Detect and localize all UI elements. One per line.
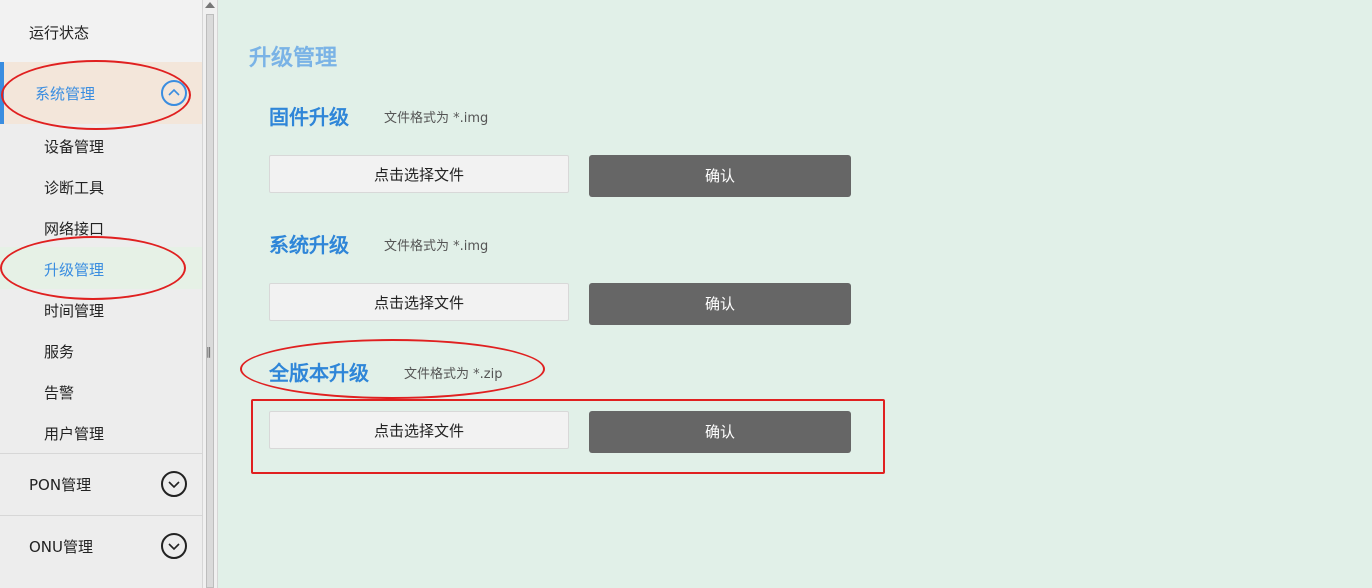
grip-icon[interactable]: ‖ (206, 346, 212, 357)
sidebar-subitem-network-interface[interactable]: 网络接口 (44, 218, 104, 239)
choose-file-button[interactable]: 点击选择文件 (269, 411, 569, 449)
confirm-button[interactable]: 确认 (589, 411, 851, 453)
confirm-button[interactable]: 确认 (589, 283, 851, 325)
sidebar-item-onu-mgmt[interactable]: ONU管理 (0, 516, 202, 576)
scroll-up-arrow-icon[interactable] (205, 2, 215, 8)
sidebar-item-label: 系统管理 (35, 85, 96, 103)
chevron-down-icon[interactable] (161, 533, 187, 559)
active-indicator (0, 62, 4, 124)
sidebar-subitem-device-mgmt[interactable]: 设备管理 (44, 136, 104, 157)
sidebar-item-label: ONU管理 (29, 538, 94, 556)
file-format-hint: 文件格式为 *.zip (404, 367, 503, 382)
app: 运行状态 系统管理 设备管理 诊断工具 网络接口 升级管理 时间管理 服务 告警… (0, 0, 1372, 588)
sidebar-scrollbar[interactable] (202, 0, 218, 588)
page-title: 升级管理 (249, 46, 338, 71)
scroll-thumb[interactable] (206, 14, 214, 588)
section-title-system: 系统升级 (269, 233, 349, 257)
sidebar-item-label: 运行状态 (29, 24, 90, 42)
sidebar-subitem-time-mgmt[interactable]: 时间管理 (44, 300, 104, 321)
choose-file-button[interactable]: 点击选择文件 (269, 155, 569, 193)
chevron-up-icon[interactable] (161, 80, 187, 106)
sidebar-subitem-user-mgmt[interactable]: 用户管理 (44, 423, 104, 444)
section-title-full-version: 全版本升级 (269, 361, 369, 385)
file-format-hint: 文件格式为 *.img (384, 111, 489, 126)
sidebar-item-pon-mgmt[interactable]: PON管理 (0, 454, 202, 514)
sidebar-subitem-diagnostics[interactable]: 诊断工具 (44, 177, 104, 198)
file-format-hint: 文件格式为 *.img (384, 239, 489, 254)
main-content: 升级管理 固件升级 文件格式为 *.img 点击选择文件 确认 系统升级 文件格… (218, 0, 1372, 588)
confirm-button[interactable]: 确认 (589, 155, 851, 197)
sidebar-item-label: PON管理 (29, 476, 92, 494)
choose-file-button[interactable]: 点击选择文件 (269, 283, 569, 321)
sidebar-subitem-services[interactable]: 服务 (44, 341, 74, 362)
sidebar-item-status[interactable]: 运行状态 (0, 0, 202, 62)
section-title-firmware: 固件升级 (269, 105, 349, 129)
sidebar-subitem-upgrade-mgmt[interactable]: 升级管理 (44, 259, 104, 280)
sidebar-subitem-alarms[interactable]: 告警 (44, 382, 74, 403)
sidebar: 运行状态 系统管理 设备管理 诊断工具 网络接口 升级管理 时间管理 服务 告警… (0, 0, 202, 588)
sidebar-item-system-mgmt[interactable]: 系统管理 (0, 62, 202, 124)
chevron-down-icon[interactable] (161, 471, 187, 497)
